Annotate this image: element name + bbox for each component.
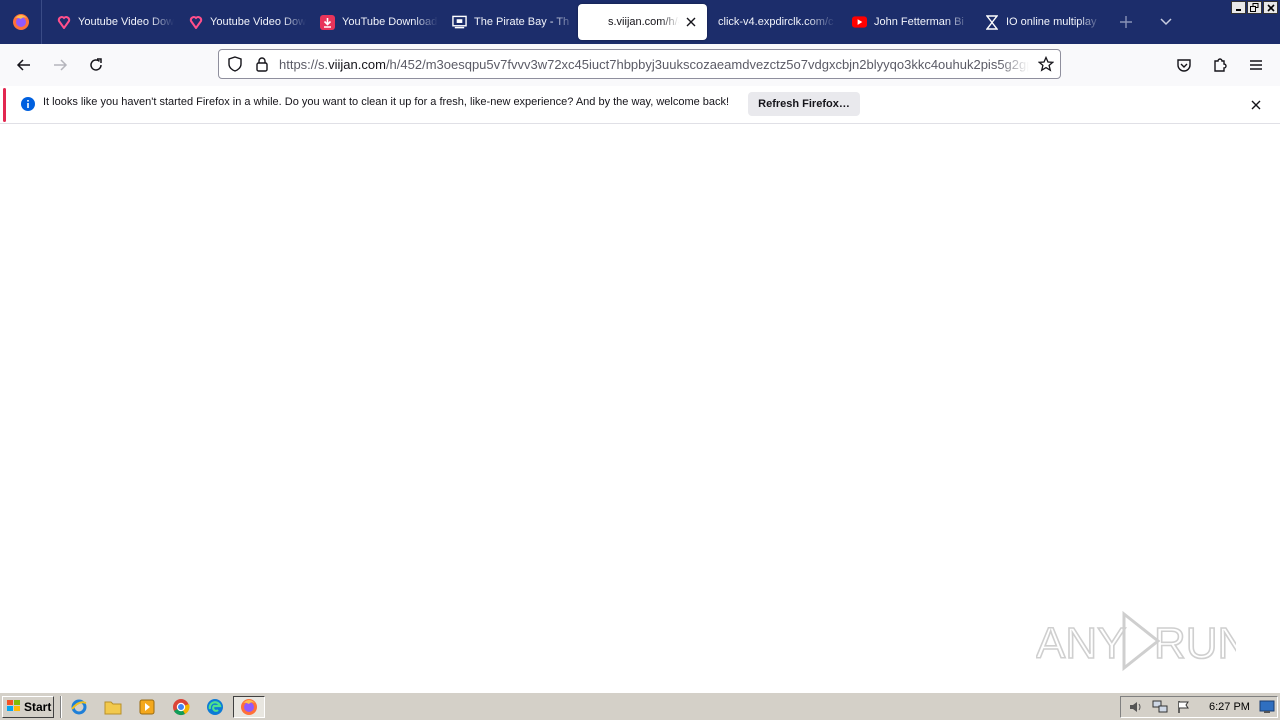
- firefox-view-button[interactable]: [0, 0, 42, 44]
- extensions-button[interactable]: [1207, 52, 1233, 78]
- clock[interactable]: 6:27 PM: [1209, 701, 1250, 713]
- volume-icon[interactable]: [1128, 699, 1144, 715]
- application-menu-button[interactable]: [1243, 52, 1269, 78]
- arrow-left-icon: [16, 59, 30, 71]
- windows-logo-icon: [6, 699, 22, 716]
- pocket-button[interactable]: [1171, 52, 1197, 78]
- tab-youtube-video-dow-1[interactable]: Youtube Video Dow: [44, 0, 174, 44]
- close-tab-icon[interactable]: [683, 14, 699, 30]
- new-tab-button[interactable]: [1116, 12, 1136, 32]
- internet-explorer-icon[interactable]: [70, 698, 88, 716]
- start-label: Start: [24, 700, 52, 714]
- watermark-text-right: RUN: [1154, 619, 1236, 668]
- info-icon: [20, 96, 36, 117]
- tab-title: John Fetterman Bi: [874, 16, 964, 28]
- url-bar[interactable]: https://s.viijan.com/h/452/m3oesqpu5v7fv…: [218, 49, 1061, 79]
- close-icon: [1266, 3, 1275, 12]
- play-logo-icon: [1122, 610, 1161, 672]
- chrome-icon[interactable]: [172, 698, 190, 716]
- url-domain: viijan.com: [328, 56, 386, 72]
- reload-icon: [90, 58, 102, 71]
- arrow-right-icon: [54, 59, 68, 71]
- notification-message: It looks like you haven't started Firefo…: [43, 96, 730, 108]
- action-center-flag-icon[interactable]: [1176, 699, 1192, 715]
- reload-button[interactable]: [83, 52, 109, 78]
- windows-taskbar: Start 6:27 PM: [0, 692, 1280, 720]
- puzzle-piece-icon: [1214, 58, 1227, 72]
- plus-icon: [1120, 16, 1132, 28]
- tracking-protection-shield-icon[interactable]: [227, 56, 243, 77]
- tab-io-online-multiplayer[interactable]: IO online multiplay: [972, 0, 1102, 44]
- tab-title: Youtube Video Dow: [78, 16, 174, 28]
- tab-youtube-download[interactable]: YouTube Download: [308, 0, 438, 44]
- tab-active-viijan[interactable]: s.viijan.com/h/4: [578, 4, 707, 40]
- url-prefix: https://s.: [279, 56, 329, 72]
- window-controls: [1231, 1, 1278, 14]
- start-button[interactable]: Start: [2, 696, 54, 718]
- close-window-button[interactable]: [1263, 1, 1278, 14]
- restore-icon: [1250, 3, 1259, 12]
- tab-title: YouTube Download: [342, 16, 438, 28]
- refresh-firefox-notification: It looks like you haven't started Firefo…: [0, 86, 1280, 124]
- list-all-tabs-button[interactable]: [1156, 12, 1176, 32]
- hourglass-icon: [984, 14, 999, 30]
- tab-youtube-video-dow-2[interactable]: Youtube Video Dow: [176, 0, 306, 44]
- pocket-icon: [1177, 59, 1191, 72]
- notification-accent-strip: [3, 88, 6, 122]
- lock-icon[interactable]: [255, 56, 269, 77]
- minimize-button[interactable]: [1231, 1, 1246, 14]
- tab-title: s.viijan.com/h/4: [608, 16, 679, 28]
- bookmark-star-icon[interactable]: [1037, 55, 1055, 77]
- close-notification-button[interactable]: [1246, 95, 1266, 115]
- watermark-text-left: ANY: [1036, 619, 1126, 668]
- show-desktop-icon[interactable]: [1259, 699, 1275, 715]
- pirate-ship-icon: [452, 15, 467, 30]
- tab-strip: Youtube Video Dow Youtube Video Dow YouT…: [0, 0, 1280, 44]
- tab-click-expdirclk[interactable]: click-v4.expdirclk.com/c: [706, 0, 836, 44]
- url-path: /h/452/m3oesqpu5v7fvvv3w72xc45iuct7hbpby…: [385, 56, 1029, 72]
- file-explorer-icon[interactable]: [104, 698, 122, 716]
- navigation-toolbar: https://s.viijan.com/h/452/m3oesqpu5v7fv…: [0, 44, 1280, 86]
- tab-title: The Pirate Bay - Th: [474, 16, 570, 28]
- url-text: https://s.viijan.com/h/452/m3oesqpu5v7fv…: [279, 57, 1029, 72]
- heart-pin-icon: [56, 15, 71, 30]
- download-icon: [320, 14, 335, 30]
- youtube-icon: [852, 15, 867, 30]
- forward-button[interactable]: [47, 52, 73, 78]
- firefox-icon: [12, 14, 29, 30]
- hamburger-menu-icon: [1250, 60, 1262, 70]
- firefox-icon: [241, 699, 257, 715]
- minimize-icon: [1235, 8, 1241, 11]
- anyrun-watermark: ANY RUN: [1035, 606, 1250, 676]
- back-button[interactable]: [11, 52, 37, 78]
- edge-icon[interactable]: [206, 698, 224, 716]
- close-icon: [1251, 100, 1261, 110]
- heart-pin-icon: [188, 15, 203, 30]
- refresh-firefox-button[interactable]: Refresh Firefox…: [748, 92, 860, 116]
- media-player-icon[interactable]: [138, 698, 156, 716]
- tab-title: Youtube Video Dow: [210, 16, 306, 28]
- taskbar-separator: [60, 696, 62, 718]
- taskbar-firefox-active[interactable]: [233, 696, 265, 718]
- tab-title: IO online multiplay: [1006, 16, 1097, 28]
- restore-button[interactable]: [1247, 1, 1262, 14]
- chevron-down-icon: [1160, 18, 1172, 26]
- network-icon[interactable]: [1152, 699, 1168, 715]
- tab-john-fetterman[interactable]: John Fetterman Bi: [840, 0, 970, 44]
- tab-the-pirate-bay[interactable]: The Pirate Bay - Th: [440, 0, 576, 44]
- tab-title: click-v4.expdirclk.com/c: [718, 16, 834, 28]
